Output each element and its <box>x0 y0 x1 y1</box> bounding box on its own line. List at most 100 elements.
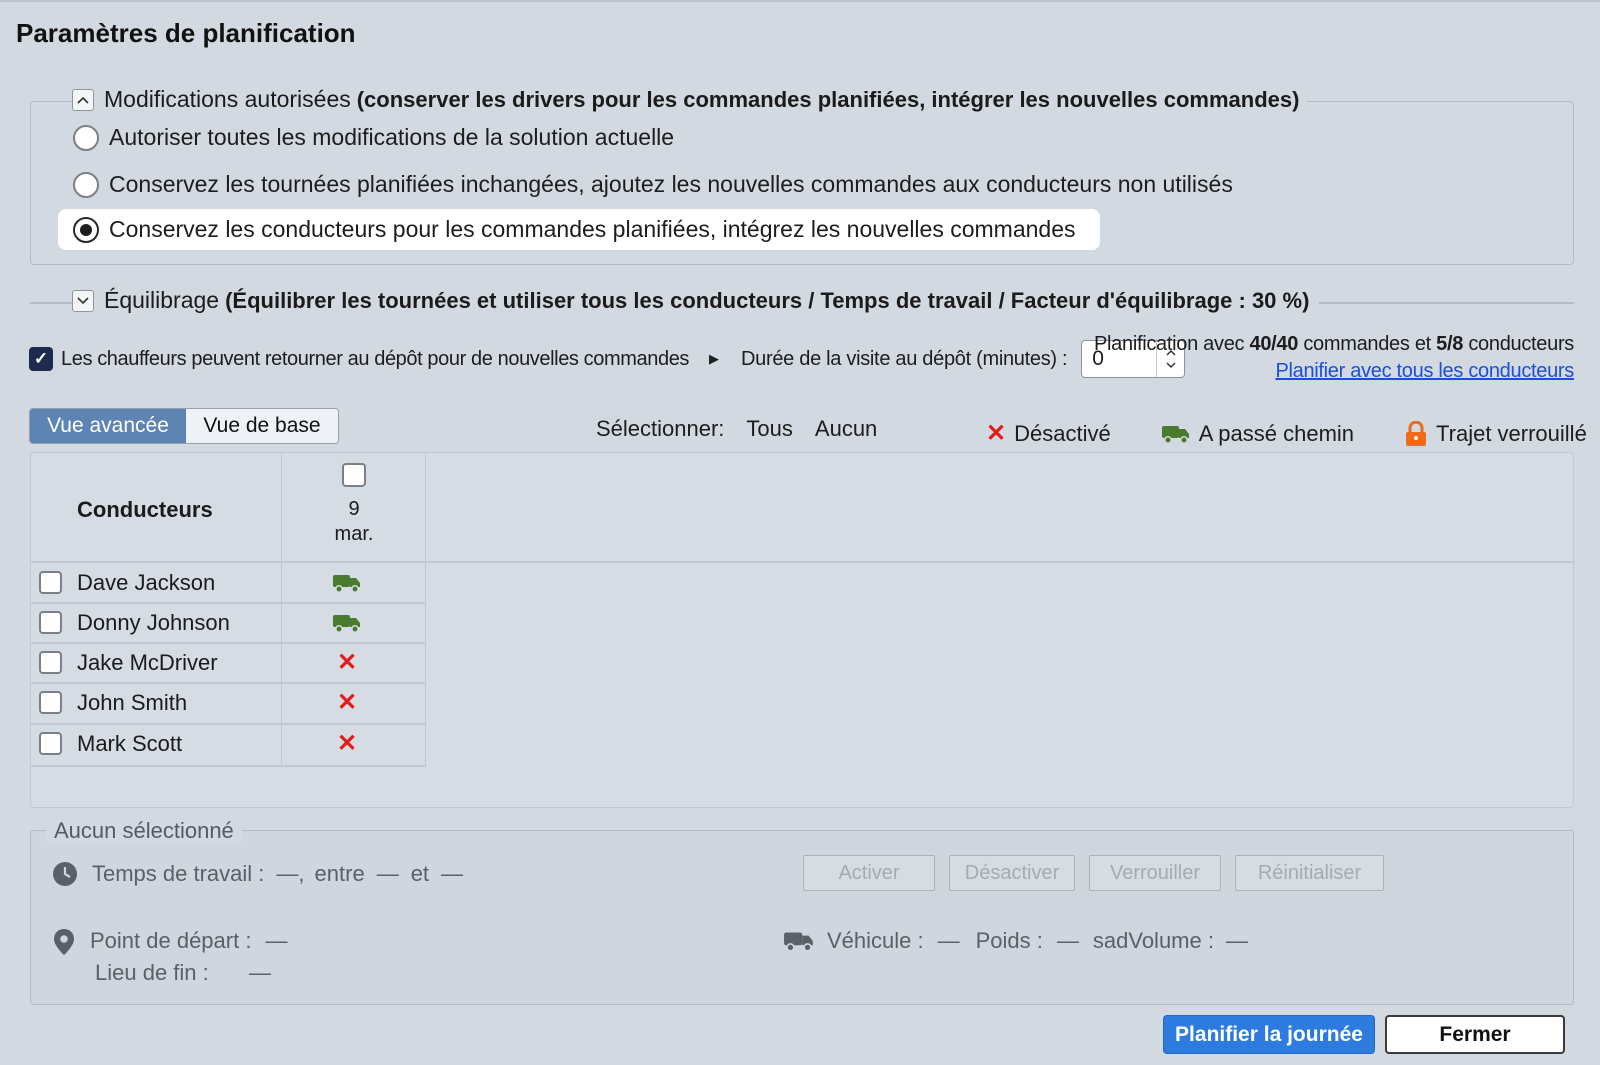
location-pin-icon <box>52 928 76 956</box>
modifications-legend-detail: (conserver les drivers pour les commande… <box>356 86 1300 112</box>
driver-checkbox[interactable] <box>39 611 62 634</box>
clock-icon <box>52 861 78 887</box>
summary-orders-count: 40/40 <box>1249 333 1299 355</box>
expand-equilibrage-button[interactable] <box>72 289 94 312</box>
x-icon[interactable]: ✕ <box>275 648 419 677</box>
activate-button[interactable]: Activer <box>803 855 935 891</box>
vehicle-value: — <box>937 928 960 953</box>
table-row[interactable]: John Smith ✕ <box>31 682 426 723</box>
plan-day-button[interactable]: Planifier la journée <box>1163 1015 1375 1054</box>
volume-label: sadVolume : <box>1092 928 1214 953</box>
table-row[interactable]: Dave Jackson <box>31 562 426 603</box>
date-column-header: 9 mar. <box>282 463 426 547</box>
selection-details-legend: Aucun sélectionné <box>46 818 242 844</box>
summary-suffix: conducteurs <box>1468 333 1574 355</box>
radio-label: Conservez les tournées planifiées inchan… <box>109 171 1233 197</box>
close-button[interactable]: Fermer <box>1385 1015 1565 1054</box>
select-label: Sélectionner: <box>596 416 725 441</box>
return-depot-checkbox[interactable]: ✓ <box>29 347 53 371</box>
legend-disabled-label: Désactivé <box>1014 420 1111 446</box>
truck-icon <box>783 929 815 953</box>
select-all-link[interactable]: Tous <box>746 416 792 442</box>
select-none-link[interactable]: Aucun <box>815 416 877 442</box>
weight-value: — <box>1056 928 1079 953</box>
end-point-row: Lieu de fin : — <box>95 960 271 986</box>
date-day: 9 <box>348 498 360 520</box>
lock-button[interactable]: Verrouiller <box>1089 855 1221 891</box>
chevron-down-icon <box>77 296 89 304</box>
driver-checkbox[interactable] <box>39 691 62 714</box>
lock-icon <box>1404 420 1428 447</box>
collapse-modifications-button[interactable] <box>72 88 94 111</box>
and-label: et <box>410 861 430 886</box>
return-depot-label: Les chauffeurs peuvent retourner au dépô… <box>61 347 690 370</box>
driver-checkbox[interactable] <box>39 571 62 594</box>
advanced-view-tab[interactable]: Vue avancée <box>30 409 186 443</box>
work-time-row: Temps de travail : —, entre — et — <box>52 861 463 887</box>
chevron-up-icon <box>77 96 89 104</box>
top-border <box>0 0 1600 2</box>
between-value: — <box>376 861 399 886</box>
start-point-label: Point de départ : <box>90 928 252 953</box>
driver-checkbox[interactable] <box>39 732 62 755</box>
depot-options-row: ✓ Les chauffeurs peuvent retourner au dé… <box>29 340 1186 378</box>
select-controls: Sélectionner: Tous Aucun <box>596 416 899 442</box>
plan-all-drivers-link[interactable]: Planifier avec tous les conducteurs <box>1094 360 1574 383</box>
legend-locked: Trajet verrouillé <box>1404 420 1587 447</box>
legend-locked-label: Trajet verrouillé <box>1436 420 1587 446</box>
table-row[interactable]: Mark Scott ✕ <box>31 723 426 764</box>
equilibrage-legend-detail: (Équilibrer les tournées et utiliser tou… <box>225 287 1310 313</box>
radio-label: Autoriser toutes les modifications de la… <box>109 124 675 150</box>
x-icon[interactable]: ✕ <box>275 688 419 717</box>
legend-passed-label: A passé chemin <box>1198 420 1355 446</box>
truck-icon[interactable] <box>275 572 419 594</box>
equilibrage-legend: Équilibrage (Équilibrer les tournées et … <box>72 287 1320 314</box>
drivers-grid: Conducteurs 9 mar. Dave Jackson Donny Jo… <box>30 452 1574 808</box>
basic-view-tab[interactable]: Vue de base <box>186 409 338 443</box>
status-legend: ✕ Désactivé A passé chemin Trajet verrou… <box>986 419 1587 448</box>
work-time-value: —, <box>276 861 305 886</box>
radio-label: Conservez les conducteurs pour les comma… <box>109 216 1076 242</box>
modifications-legend-title: Modifications autorisées <box>104 86 351 112</box>
page-title: Paramètres de planification <box>16 18 356 48</box>
radio-button-selected[interactable] <box>73 216 99 243</box>
x-icon[interactable]: ✕ <box>275 729 419 758</box>
drivers-column-header: Conducteurs <box>77 497 213 522</box>
depot-visit-duration-label: Durée de la visite au dépôt (minutes) : <box>741 347 1068 370</box>
driver-name: Jake McDriver <box>77 649 218 675</box>
caret-right-icon: ▶ <box>709 351 720 366</box>
table-row[interactable]: Jake McDriver ✕ <box>31 642 426 683</box>
radio-button[interactable] <box>73 171 99 198</box>
x-icon: ✕ <box>986 420 1007 447</box>
truck-icon[interactable] <box>275 612 419 634</box>
table-row[interactable]: Donny Johnson <box>31 602 426 643</box>
driver-name: Dave Jackson <box>77 569 216 595</box>
weight-label: Poids : <box>975 928 1043 953</box>
reset-button[interactable]: Réinitialiser <box>1235 855 1384 891</box>
radio-button[interactable] <box>73 124 99 151</box>
driver-name: John Smith <box>77 689 188 715</box>
start-point-value: — <box>265 928 288 953</box>
truck-icon <box>1161 423 1191 445</box>
work-time-label: Temps de travail : <box>92 861 265 886</box>
vehicle-info-row: Véhicule : — Poids : — sadVolume : — <box>783 928 1248 954</box>
radio-option-keep-tours[interactable]: Conservez les tournées planifiées inchan… <box>73 171 1233 198</box>
end-point-value: — <box>248 960 271 985</box>
row-divider <box>31 765 426 767</box>
driver-name: Donny Johnson <box>77 609 230 635</box>
start-point-row: Point de départ : — <box>52 928 287 956</box>
radio-option-keep-drivers[interactable]: Conservez les conducteurs pour les comma… <box>58 209 1100 250</box>
vehicle-label: Véhicule : <box>827 928 924 953</box>
end-point-label: Lieu de fin : <box>95 960 209 985</box>
date-month: mar. <box>334 523 374 545</box>
modifications-legend: Modifications autorisées (conserver les … <box>72 86 1308 113</box>
deactivate-button[interactable]: Désactiver <box>949 855 1075 891</box>
view-toggle: Vue avancée Vue de base <box>29 408 339 444</box>
driver-checkbox[interactable] <box>39 651 62 674</box>
between-label: entre <box>314 861 365 886</box>
and-value: — <box>441 861 464 886</box>
radio-option-allow-all[interactable]: Autoriser toutes les modifications de la… <box>73 124 674 151</box>
date-select-checkbox[interactable] <box>342 463 366 487</box>
planning-summary: Planification avec 40/40 commandes et 5/… <box>1094 333 1574 383</box>
volume-value: — <box>1225 928 1248 953</box>
